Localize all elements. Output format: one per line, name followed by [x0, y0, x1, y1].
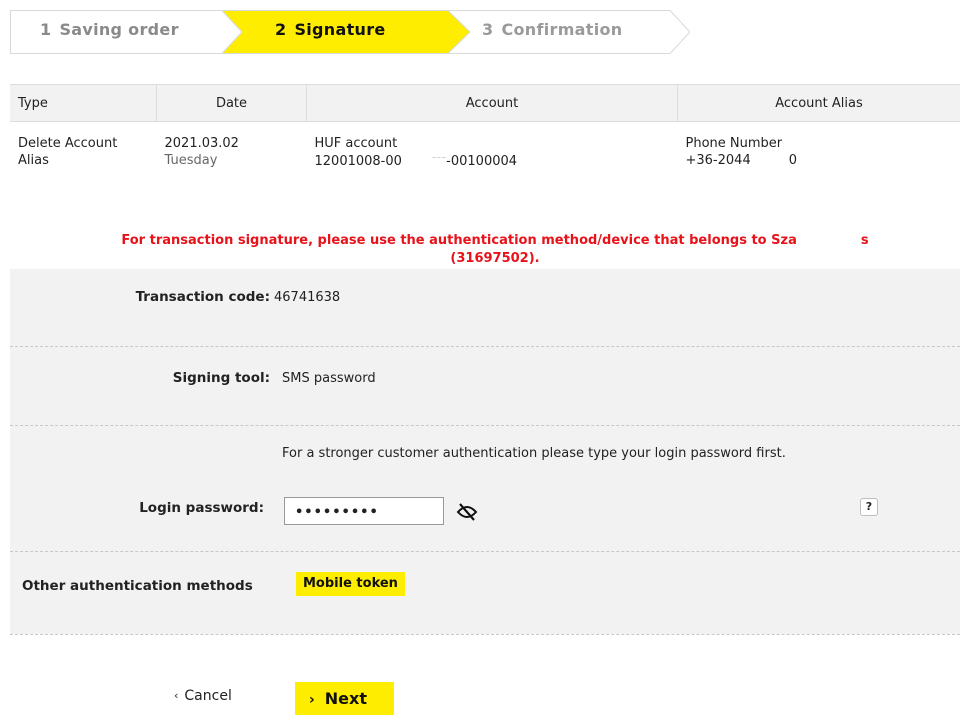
other-methods-row: Other authentication methods: [10, 552, 960, 635]
login-password-row: [10, 426, 960, 552]
signing-tool-value: SMS password: [282, 371, 376, 386]
other-methods-label: Other authentication methods: [22, 578, 253, 594]
warning-line-2: (31697502).: [30, 250, 960, 268]
step-number: 3: [482, 20, 493, 39]
login-password-label: Login password:: [70, 500, 264, 516]
step-signature: 2 Signature: [275, 20, 386, 39]
account-number-end: -00100004: [446, 154, 517, 169]
alias-value-end: 0: [789, 153, 797, 168]
cancel-label: Cancel: [184, 688, 231, 704]
cell-account: HUF account 12001008-00 ⁻⁻⁻-00100004: [307, 122, 678, 181]
step-label: Saving order: [59, 20, 178, 39]
account-number: 12001008-00 ⁻⁻⁻-00100004: [315, 152, 670, 170]
help-button[interactable]: ?: [860, 498, 878, 516]
step-confirmation: 3 Confirmation: [482, 20, 622, 39]
warning-text-tail: s: [861, 233, 869, 248]
alias-value: +36-2044 0: [686, 152, 953, 169]
signing-tool-label: Signing tool:: [70, 370, 270, 386]
step-number: 1: [40, 20, 51, 39]
signing-form: Transaction code: 46741638 Signing tool:…: [10, 269, 960, 634]
column-header-type: Type: [10, 85, 157, 122]
chevron-left-icon: ‹: [174, 689, 178, 702]
type-line: Alias: [18, 152, 149, 169]
mobile-token-button[interactable]: Mobile token: [296, 572, 405, 596]
account-name: HUF account: [315, 135, 670, 152]
column-header-date: Date: [157, 85, 307, 122]
strong-auth-note: For a stronger customer authentication p…: [282, 446, 786, 461]
type-line: Delete Account: [18, 135, 149, 152]
next-button[interactable]: › Next: [295, 682, 394, 715]
cell-account-alias: Phone Number +36-2044 0: [678, 122, 960, 181]
eye-off-icon[interactable]: [456, 501, 478, 523]
step-label: Signature: [294, 20, 385, 39]
transaction-code-label: Transaction code:: [70, 289, 270, 305]
next-label: Next: [325, 689, 367, 708]
weekday-value: Tuesday: [165, 152, 299, 169]
chevron-right-icon: ›: [309, 692, 315, 708]
step-label: Confirmation: [501, 20, 622, 39]
signing-tool-row: Signing tool: SMS password: [10, 347, 960, 426]
date-value: 2021.03.02: [165, 135, 299, 152]
warning-text: For transaction signature, please use th…: [121, 233, 796, 248]
redacted-fragment-icon: ⁻⁻⁻: [432, 155, 446, 165]
progress-stepper: 1 Saving order 2 Signature 3 Confirmation: [10, 10, 690, 54]
order-table: Type Date Account Account Alias Delete A…: [10, 84, 960, 180]
cell-type: Delete Account Alias: [10, 122, 157, 181]
column-header-account-alias: Account Alias: [678, 85, 960, 122]
alias-type: Phone Number: [686, 135, 953, 152]
transaction-code-value: 46741638: [274, 290, 340, 305]
table-row: Delete Account Alias 2021.03.02 Tuesday …: [10, 122, 960, 181]
cell-date: 2021.03.02 Tuesday: [157, 122, 307, 181]
warning-line-1: For transaction signature, please use th…: [30, 232, 960, 250]
column-header-account: Account: [307, 85, 678, 122]
step-saving-order: 1 Saving order: [40, 20, 179, 39]
signature-warning: For transaction signature, please use th…: [30, 232, 960, 268]
login-password-input[interactable]: •••••••••: [284, 497, 444, 525]
table-header-row: Type Date Account Account Alias: [10, 85, 960, 122]
account-number-start: 12001008-00: [315, 154, 402, 169]
step-number: 2: [275, 20, 286, 39]
transaction-code-row: Transaction code: 46741638: [10, 269, 960, 347]
alias-value-start: +36-2044: [686, 153, 751, 168]
cancel-link[interactable]: ‹ Cancel: [174, 688, 232, 704]
